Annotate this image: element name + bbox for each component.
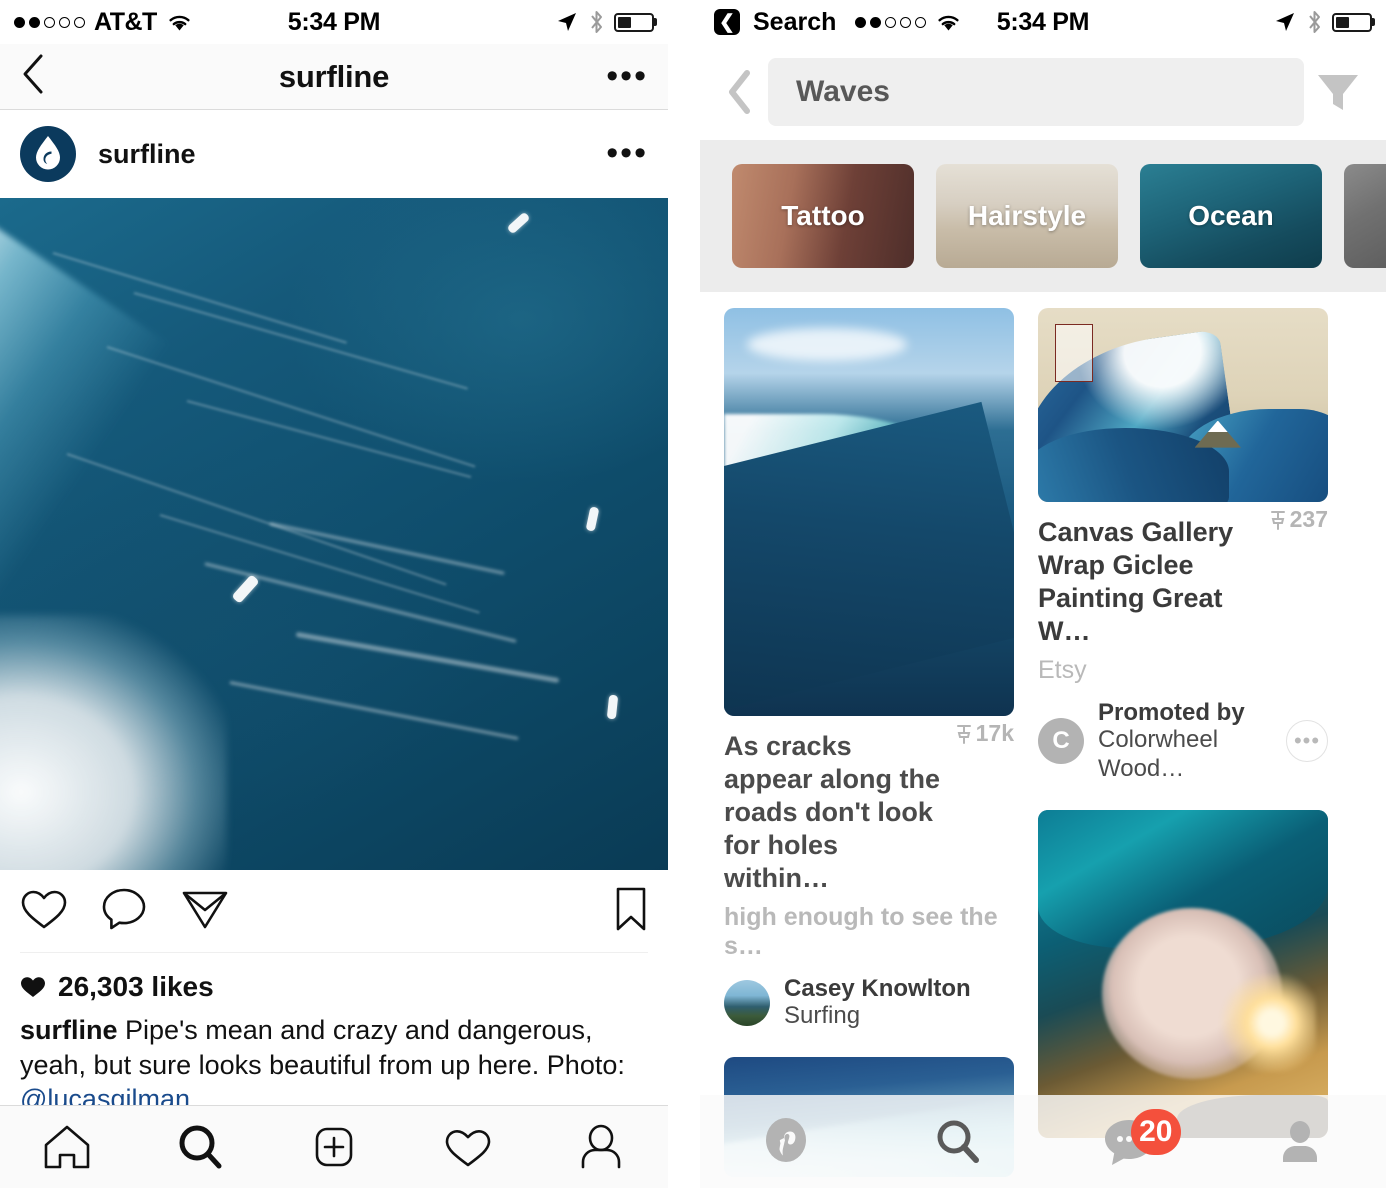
bluetooth-icon — [591, 11, 602, 33]
add-post-icon[interactable] — [289, 1106, 379, 1188]
location-arrow-icon — [558, 13, 576, 31]
surfline-droplet-logo[interactable] — [20, 126, 76, 182]
heart-filled-icon — [21, 977, 45, 997]
instagram-screen: AT&T 5:34 PM surfline ••• surfline ••• 2… — [0, 0, 668, 1188]
pin-card[interactable]: As cracks appear along the roads don't l… — [724, 308, 1014, 1031]
home-icon[interactable] — [22, 1106, 112, 1188]
search-input[interactable]: Waves — [768, 58, 1304, 126]
location-arrow-icon — [1276, 13, 1294, 31]
back-button[interactable] — [718, 69, 762, 115]
likes-row[interactable]: 26,303 likes — [0, 953, 668, 1003]
ig-status-bar: AT&T 5:34 PM — [0, 0, 668, 44]
pin-masonry-grid: As cracks appear along the roads don't l… — [700, 292, 1386, 1178]
post-username[interactable]: surfline — [98, 139, 196, 170]
ig-action-bar — [0, 870, 668, 952]
pin-card[interactable] — [1038, 809, 1328, 1138]
promoter-initial: C — [1052, 727, 1070, 755]
pin-title: Canvas Gallery Wrap Giclee Painting Grea… — [1038, 517, 1234, 646]
battery-icon — [614, 12, 654, 32]
pin-image[interactable] — [1038, 308, 1328, 502]
pin-tab-bar: 20 — [700, 1095, 1386, 1188]
pin-subtitle: high enough to see the s… — [724, 902, 998, 960]
promoter-name[interactable]: Colorwheel Wood… — [1098, 726, 1272, 784]
chip-label: Tattoo — [781, 200, 865, 231]
promoted-label: Promoted by — [1098, 698, 1245, 726]
topic-chip-row[interactable]: Tattoo Hairstyle Ocean — [700, 140, 1386, 292]
pinterest-logo-icon[interactable] — [726, 1095, 846, 1188]
topic-chip-tattoo[interactable]: Tattoo — [732, 164, 914, 268]
post-photo[interactable] — [0, 198, 668, 870]
ig-tab-bar — [0, 1105, 668, 1188]
pin-source-label[interactable]: Etsy — [1038, 656, 1328, 685]
promoter-avatar[interactable]: C — [1038, 718, 1084, 765]
topic-chip-ocean[interactable]: Ocean — [1140, 164, 1322, 268]
profile-icon[interactable] — [1240, 1095, 1360, 1188]
pin-save-count: 237 — [1269, 502, 1328, 533]
battery-icon — [1332, 12, 1372, 32]
pin-promoted-row[interactable]: C Promoted by Colorwheel Wood… ••• — [1038, 699, 1328, 784]
pin-card[interactable]: Canvas Gallery Wrap Giclee Painting Grea… — [1038, 308, 1328, 784]
pushpin-icon — [1270, 510, 1285, 530]
pinterest-screen: ❮ Search 5:34 PM Waves Tattoo Hairstyle … — [700, 0, 1386, 1188]
bluetooth-icon — [1309, 11, 1320, 33]
likes-count-label: 26,303 likes — [58, 971, 214, 1002]
dual-phone-screenshot: AT&T 5:34 PM surfline ••• surfline ••• 2… — [0, 0, 1386, 1188]
page-title: surfline — [278, 58, 390, 94]
search-icon[interactable] — [897, 1095, 1017, 1188]
search-icon[interactable] — [155, 1106, 245, 1188]
screenshot-gap — [668, 0, 700, 1188]
bookmark-icon[interactable] — [614, 887, 648, 936]
messages-bubble-icon[interactable]: 20 — [1069, 1095, 1189, 1188]
user-avatar[interactable] — [724, 979, 770, 1026]
nav-more-icon[interactable]: ••• — [606, 59, 648, 92]
post-more-icon[interactable]: ••• — [606, 137, 648, 170]
pin-search-bar: Waves — [700, 44, 1386, 140]
caption-author[interactable]: surfline — [20, 1015, 118, 1045]
pin-image[interactable] — [1038, 809, 1328, 1138]
activity-heart-icon[interactable] — [423, 1106, 513, 1188]
post-caption: surfline Pipe's mean and crazy and dange… — [0, 1003, 668, 1117]
topic-chip-hairstyle[interactable]: Hairstyle — [936, 164, 1118, 268]
profile-icon[interactable] — [556, 1106, 646, 1188]
heart-icon[interactable] — [20, 887, 68, 936]
comment-bubble-icon[interactable] — [100, 886, 148, 937]
pin-status-bar: ❮ Search 5:34 PM — [700, 0, 1386, 44]
filter-funnel-icon[interactable] — [1304, 70, 1372, 114]
pin-status-right — [1273, 9, 1372, 35]
pin-image[interactable] — [724, 308, 1014, 716]
chip-label: Ocean — [1188, 200, 1274, 231]
notification-badge: 20 — [1130, 1109, 1181, 1155]
ig-post-header: surfline ••• — [0, 110, 668, 198]
ellipsis-circle-icon[interactable]: ••• — [1286, 720, 1328, 763]
pin-count-label: 237 — [1289, 506, 1328, 532]
pin-author-name[interactable]: Casey Knowlton — [784, 975, 1014, 1003]
pin-save-count: 17k — [955, 716, 1014, 747]
pin-count-label: 17k — [975, 720, 1014, 746]
pushpin-icon — [956, 724, 971, 744]
pin-title: As cracks appear along the roads don't l… — [724, 731, 941, 893]
pin-board-name[interactable]: Surfing — [784, 1002, 1014, 1031]
pin-attribution[interactable]: Casey Knowlton Surfing — [724, 975, 1014, 1031]
pin-column-left: As cracks appear along the roads don't l… — [724, 308, 1014, 1178]
ig-status-right — [555, 9, 654, 35]
ig-nav-bar: surfline ••• — [0, 44, 668, 110]
topic-chip-partial[interactable] — [1344, 164, 1386, 268]
pin-column-right: Canvas Gallery Wrap Giclee Painting Grea… — [1038, 308, 1328, 1177]
send-paper-plane-icon[interactable] — [180, 886, 230, 937]
chip-label: Hairstyle — [967, 200, 1087, 231]
